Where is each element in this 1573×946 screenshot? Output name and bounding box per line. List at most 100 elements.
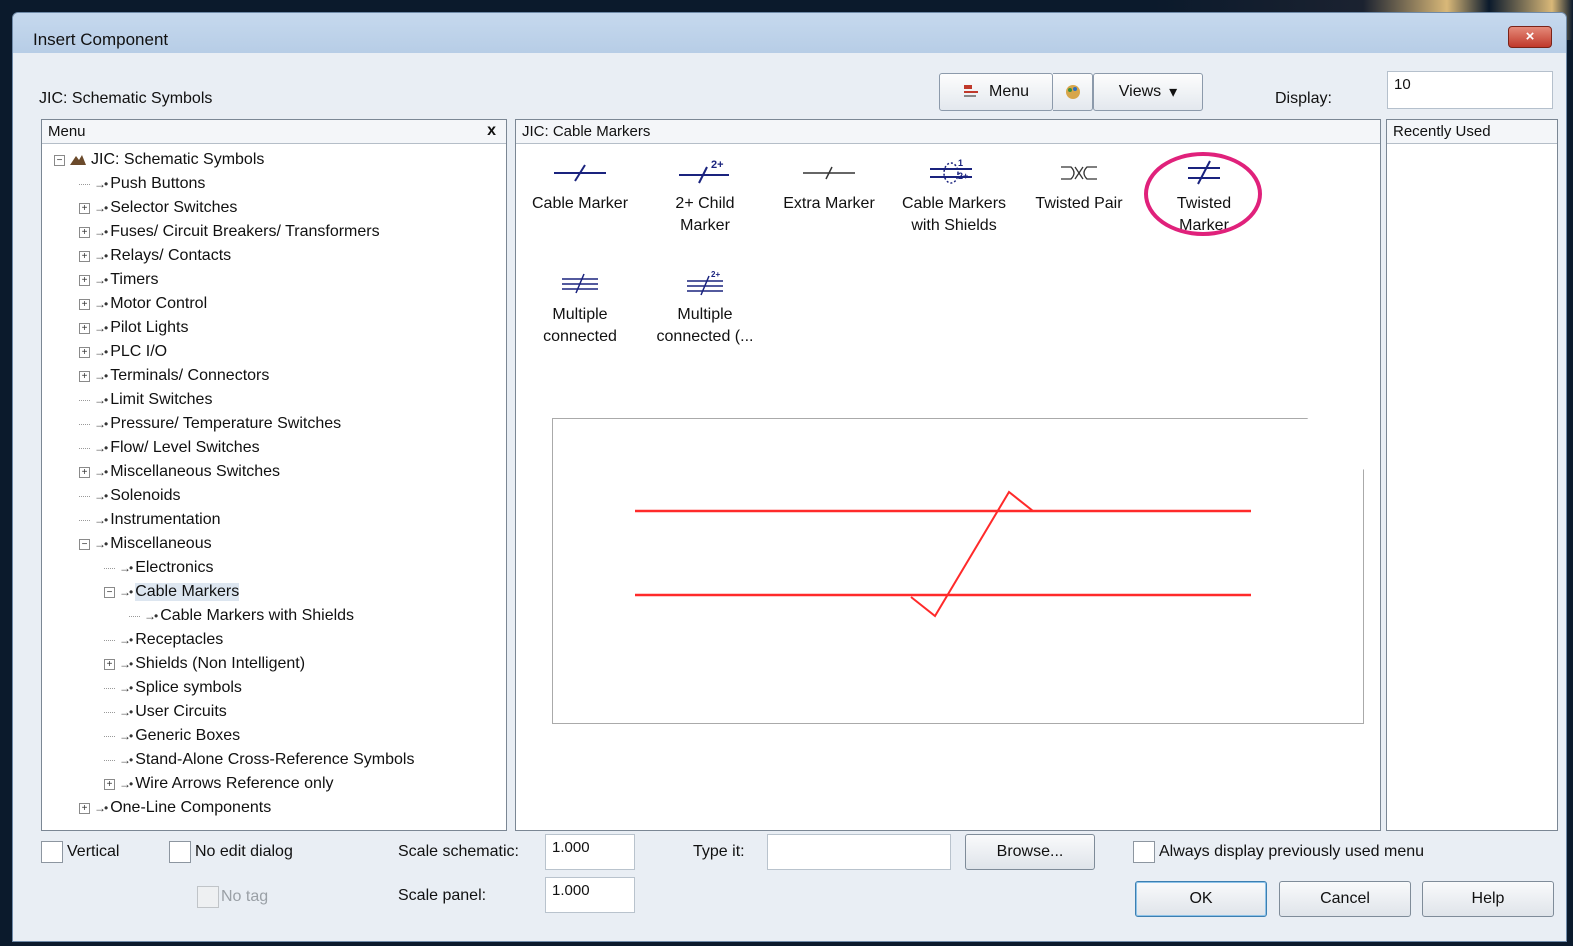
- type-it-input[interactable]: [767, 834, 951, 870]
- tree-item[interactable]: →• Flow/ Level Switches: [42, 436, 506, 460]
- tree-item[interactable]: →• Instrumentation: [42, 508, 506, 532]
- symbol-twisted-pair[interactable]: Twisted Pair: [1018, 157, 1140, 215]
- collapse-icon[interactable]: −: [104, 586, 115, 598]
- views-icon-button[interactable]: [1053, 73, 1093, 111]
- views-dropdown[interactable]: Views ▾: [1093, 73, 1203, 111]
- tree-connector: [104, 711, 115, 713]
- tree-item[interactable]: →• Electronics: [42, 556, 506, 580]
- shield-badge-1: 1: [958, 158, 963, 168]
- tree-item[interactable]: + →• Selector Switches: [42, 196, 506, 220]
- expand-icon[interactable]: +: [79, 298, 90, 310]
- expand-icon[interactable]: +: [104, 778, 115, 790]
- cancel-button[interactable]: Cancel: [1279, 881, 1411, 917]
- symbol-shield-marker[interactable]: 1 2+ Cable Markers with Shields: [893, 157, 1015, 237]
- dialog-body: JIC: Schematic Symbols Menu Views ▾ Disp…: [13, 53, 1566, 941]
- scale-panel-input[interactable]: 1.000: [545, 877, 635, 913]
- tree-connector: [104, 735, 115, 737]
- no-edit-dialog-checkbox[interactable]: [169, 841, 191, 863]
- tree-item[interactable]: →• Generic Boxes: [42, 724, 506, 748]
- tree-item[interactable]: + →• Terminals/ Connectors: [42, 364, 506, 388]
- tree-connector: [104, 687, 115, 689]
- tree-item[interactable]: + →• Timers: [42, 268, 506, 292]
- always-display-checkbox[interactable]: [1133, 841, 1155, 863]
- tree-item[interactable]: + →• Wire Arrows Reference only: [42, 772, 506, 796]
- window-title: Insert Component: [33, 30, 169, 49]
- tree-item[interactable]: + →• Miscellaneous Switches: [42, 460, 506, 484]
- tree-item[interactable]: →• Stand-Alone Cross-Reference Symbols: [42, 748, 506, 772]
- collapse-icon[interactable]: −: [54, 154, 65, 166]
- menu-button-label: Menu: [988, 83, 1030, 100]
- vertical-checkbox[interactable]: [41, 841, 63, 863]
- tree-item[interactable]: →• Solenoids: [42, 484, 506, 508]
- tree-item[interactable]: →• User Circuits: [42, 700, 506, 724]
- twisted-marker-preview: [635, 490, 1251, 618]
- tree-item[interactable]: →• Splice symbols: [42, 676, 506, 700]
- tree-item-label: Cable Markers: [135, 583, 240, 601]
- expand-icon[interactable]: +: [79, 226, 90, 238]
- tree-item-label: Selector Switches: [110, 199, 238, 216]
- symbol-cable-marker[interactable]: Cable Marker: [519, 157, 641, 215]
- tree-item[interactable]: + →• Shields (Non Intelligent): [42, 652, 506, 676]
- expand-icon[interactable]: +: [79, 250, 90, 262]
- expand-icon[interactable]: +: [79, 370, 90, 382]
- tree-item[interactable]: + →• One-Line Components: [42, 796, 506, 820]
- display-input[interactable]: 10: [1387, 71, 1553, 109]
- symbol-extra-marker[interactable]: Extra Marker: [768, 157, 890, 215]
- tree-item[interactable]: + →• PLC I/O: [42, 340, 506, 364]
- menu-node-icon: →•: [119, 681, 133, 695]
- symbol-label: connected: [543, 328, 617, 345]
- tree-item-label: Shields (Non Intelligent): [135, 655, 306, 672]
- shield-marker-icon: 1 2+: [930, 158, 972, 184]
- tree-item[interactable]: + →• Motor Control: [42, 292, 506, 316]
- tree-connector: [79, 399, 90, 401]
- tree-item-label: Splice symbols: [135, 679, 242, 696]
- close-icon[interactable]: x: [487, 122, 496, 140]
- no-tag-checkbox[interactable]: [197, 886, 219, 908]
- tree-item[interactable]: − JIC: Schematic Symbols: [42, 148, 506, 172]
- library-icon: [70, 155, 86, 165]
- tree-connector: [104, 759, 115, 761]
- tree-item[interactable]: →• Push Buttons: [42, 172, 506, 196]
- tree-item[interactable]: →• Limit Switches: [42, 388, 506, 412]
- menu-button[interactable]: Menu: [939, 73, 1053, 111]
- expand-icon[interactable]: +: [79, 466, 90, 478]
- symbol-panel-title: JIC: Cable Markers: [522, 123, 651, 140]
- expand-icon[interactable]: +: [79, 802, 90, 814]
- menu-node-icon: →•: [119, 561, 133, 575]
- tree-connector: [129, 615, 140, 617]
- recently-used-title: Recently Used: [1393, 123, 1491, 140]
- expand-icon[interactable]: +: [79, 322, 90, 334]
- tree-item-label: Cable Markers with Shields: [160, 607, 355, 624]
- menu-tree: − JIC: Schematic Symbols →• Push Buttons + →•…: [42, 144, 506, 820]
- menu-node-icon: →•: [94, 177, 108, 191]
- tree-item[interactable]: − →• Cable Markers: [42, 580, 506, 604]
- tree-item[interactable]: →• Receptacles: [42, 628, 506, 652]
- tree-item[interactable]: + →• Relays/ Contacts: [42, 244, 506, 268]
- tree-item[interactable]: + →• Fuses/ Circuit Breakers/ Transformers: [42, 220, 506, 244]
- expand-icon[interactable]: +: [79, 202, 90, 214]
- collapse-icon[interactable]: −: [79, 538, 90, 550]
- tree-connector: [79, 423, 90, 425]
- menu-node-icon: →•: [94, 225, 108, 239]
- tree-item[interactable]: + →• Pilot Lights: [42, 316, 506, 340]
- browse-button[interactable]: Browse...: [965, 834, 1095, 870]
- expand-icon[interactable]: +: [79, 274, 90, 286]
- tree-item[interactable]: − →• Miscellaneous: [42, 532, 506, 556]
- no-tag-label: No tag: [221, 888, 269, 905]
- ok-button[interactable]: OK: [1135, 881, 1267, 917]
- symbol-multiple-connected[interactable]: Multiple connected: [519, 268, 641, 348]
- tree-item[interactable]: →• Pressure/ Temperature Switches: [42, 412, 506, 436]
- scale-schematic-input[interactable]: 1.000: [545, 834, 635, 870]
- help-button[interactable]: Help: [1422, 881, 1554, 917]
- close-button[interactable]: ×: [1508, 26, 1552, 48]
- scale-panel-label: Scale panel:: [398, 887, 487, 904]
- symbol-multiple-connected-child[interactable]: 2+ Multiple connected (...: [644, 268, 766, 348]
- title-bar: Insert Component ×: [13, 13, 1566, 53]
- symbol-label: Cable Marker: [531, 195, 629, 212]
- multiple-connected-icon: [562, 273, 598, 294]
- menu-node-icon: →•: [94, 321, 108, 335]
- tree-item[interactable]: →• Cable Markers with Shields: [42, 604, 506, 628]
- expand-icon[interactable]: +: [104, 658, 115, 670]
- expand-icon[interactable]: +: [79, 346, 90, 358]
- symbol-child-marker[interactable]: 2+ 2+ Child Marker: [644, 157, 766, 237]
